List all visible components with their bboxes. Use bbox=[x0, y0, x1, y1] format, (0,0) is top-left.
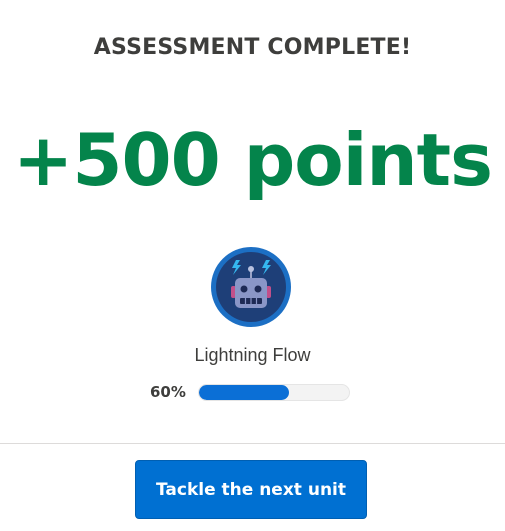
points-earned: +500 points bbox=[13, 118, 493, 202]
robot-icon bbox=[211, 247, 291, 327]
assessment-complete-heading: ASSESSMENT COMPLETE! bbox=[93, 35, 412, 60]
module-progress: 60% bbox=[150, 381, 350, 403]
module-badge bbox=[210, 246, 292, 328]
module-name: Lightning Flow bbox=[194, 345, 311, 365]
progress-percent-label: 60% bbox=[150, 383, 186, 401]
progress-bar-track bbox=[198, 383, 350, 401]
divider bbox=[0, 443, 505, 444]
tackle-next-unit-button[interactable]: Tackle the next unit bbox=[135, 460, 367, 519]
progress-bar-fill bbox=[199, 384, 289, 400]
